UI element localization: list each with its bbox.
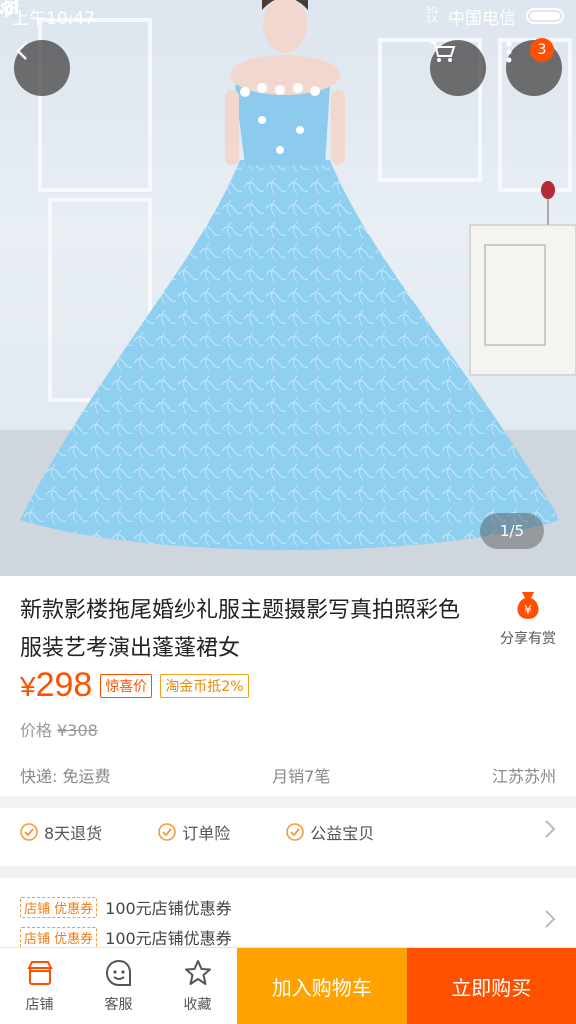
section-divider bbox=[0, 866, 576, 878]
shipping-info-row: 快递: 免运费 月销7笔 江苏苏州 bbox=[20, 763, 556, 787]
carrier-name: 中国电信 bbox=[448, 8, 516, 29]
money-bag-icon: ¥ bbox=[511, 588, 545, 622]
customer-service-button[interactable]: 客服 bbox=[79, 948, 158, 1024]
coupon-text: 100元店铺优惠券 bbox=[105, 899, 232, 918]
chat-bubble-icon bbox=[105, 959, 131, 986]
coupon-item[interactable]: 店铺 优惠券 100元店铺优惠券 bbox=[20, 892, 556, 922]
star-icon bbox=[184, 960, 211, 985]
network-type: 3G 1X bbox=[425, 6, 438, 25]
service-label: 订单险 bbox=[182, 824, 231, 843]
chevron-right-icon bbox=[544, 819, 556, 845]
check-circle-icon bbox=[158, 823, 176, 841]
buy-now-button[interactable]: 立即购买 bbox=[406, 948, 576, 1024]
chevron-right-icon bbox=[544, 909, 556, 935]
service-charity: 公益宝贝 bbox=[286, 820, 374, 844]
coupon-tag: 店铺 优惠券 bbox=[20, 926, 98, 948]
service-return: 8天退货 bbox=[20, 820, 102, 844]
original-price-value: ¥308 bbox=[57, 721, 98, 740]
service-label: 公益宝贝 bbox=[310, 824, 375, 843]
original-price-label: 价格 bbox=[20, 721, 53, 740]
add-to-cart-button[interactable]: 加入购物车 bbox=[237, 948, 407, 1024]
gallery-counter: 1/5 bbox=[480, 513, 544, 549]
ship-location: 江苏苏州 bbox=[491, 767, 556, 786]
coupon-text: 100元店铺优惠券 bbox=[105, 929, 232, 948]
favorite-label: 收藏 bbox=[183, 997, 212, 1013]
price-row: ¥298 惊喜价 淘金币抵2% bbox=[20, 666, 249, 705]
shop-label: 店铺 bbox=[25, 997, 54, 1013]
status-bar: 上午10:47 3G 1X 中国电信 bbox=[0, 0, 576, 32]
shop-button[interactable]: 店铺 bbox=[0, 948, 79, 1024]
section-divider bbox=[0, 796, 576, 808]
coupon-list[interactable]: 店铺 优惠券 100元店铺优惠券 店铺 优惠券 100元店铺优惠券 bbox=[20, 892, 556, 952]
favorite-button[interactable]: 收藏 bbox=[158, 948, 237, 1024]
taojinbi-tag: 淘金币抵2% bbox=[160, 673, 249, 698]
price-currency: ¥ bbox=[20, 671, 36, 702]
price-value: 298 bbox=[35, 666, 93, 704]
bottom-action-bar: 店铺 客服 收藏 加入购物车 立即购买 bbox=[0, 947, 576, 1024]
cart-button[interactable] bbox=[430, 40, 486, 96]
shipping-fee: 快递: 免运费 bbox=[20, 767, 111, 786]
more-button[interactable]: 3 bbox=[506, 38, 562, 96]
battery-icon bbox=[526, 8, 564, 24]
svg-text:¥: ¥ bbox=[524, 603, 532, 617]
share-reward-button[interactable]: ¥ 分享有赏 bbox=[488, 588, 568, 648]
service-label: 客服 bbox=[104, 997, 133, 1013]
status-time: 上午10:47 bbox=[12, 8, 95, 29]
check-circle-icon bbox=[286, 823, 305, 841]
coupon-tag: 店铺 优惠券 bbox=[20, 896, 98, 918]
product-photo bbox=[0, 0, 576, 576]
monthly-sales: 月销7笔 bbox=[272, 767, 331, 786]
notification-badge: 3 bbox=[530, 38, 554, 62]
surprise-price-tag: 惊喜价 bbox=[100, 673, 153, 698]
service-insurance: 订单险 bbox=[158, 820, 230, 844]
back-button[interactable] bbox=[14, 40, 70, 96]
share-reward-label: 分享有赏 bbox=[500, 631, 556, 647]
service-guarantees[interactable]: 8天退货 订单险 公益宝贝 bbox=[0, 808, 576, 856]
product-title: 新款影楼拖尾婚纱礼服主题摄影写真拍照彩色服装艺考演出蓬蓬裙女 bbox=[20, 598, 461, 661]
check-circle-icon bbox=[20, 823, 38, 841]
service-label: 8天退货 bbox=[44, 824, 103, 843]
original-price: 价格 ¥308 bbox=[20, 717, 98, 741]
product-image-gallery[interactable]: 上午10:47 3G 1X 中国电信 3 1/5 bbox=[0, 0, 576, 576]
shop-icon bbox=[26, 961, 53, 985]
current-price: ¥298 bbox=[20, 666, 92, 705]
